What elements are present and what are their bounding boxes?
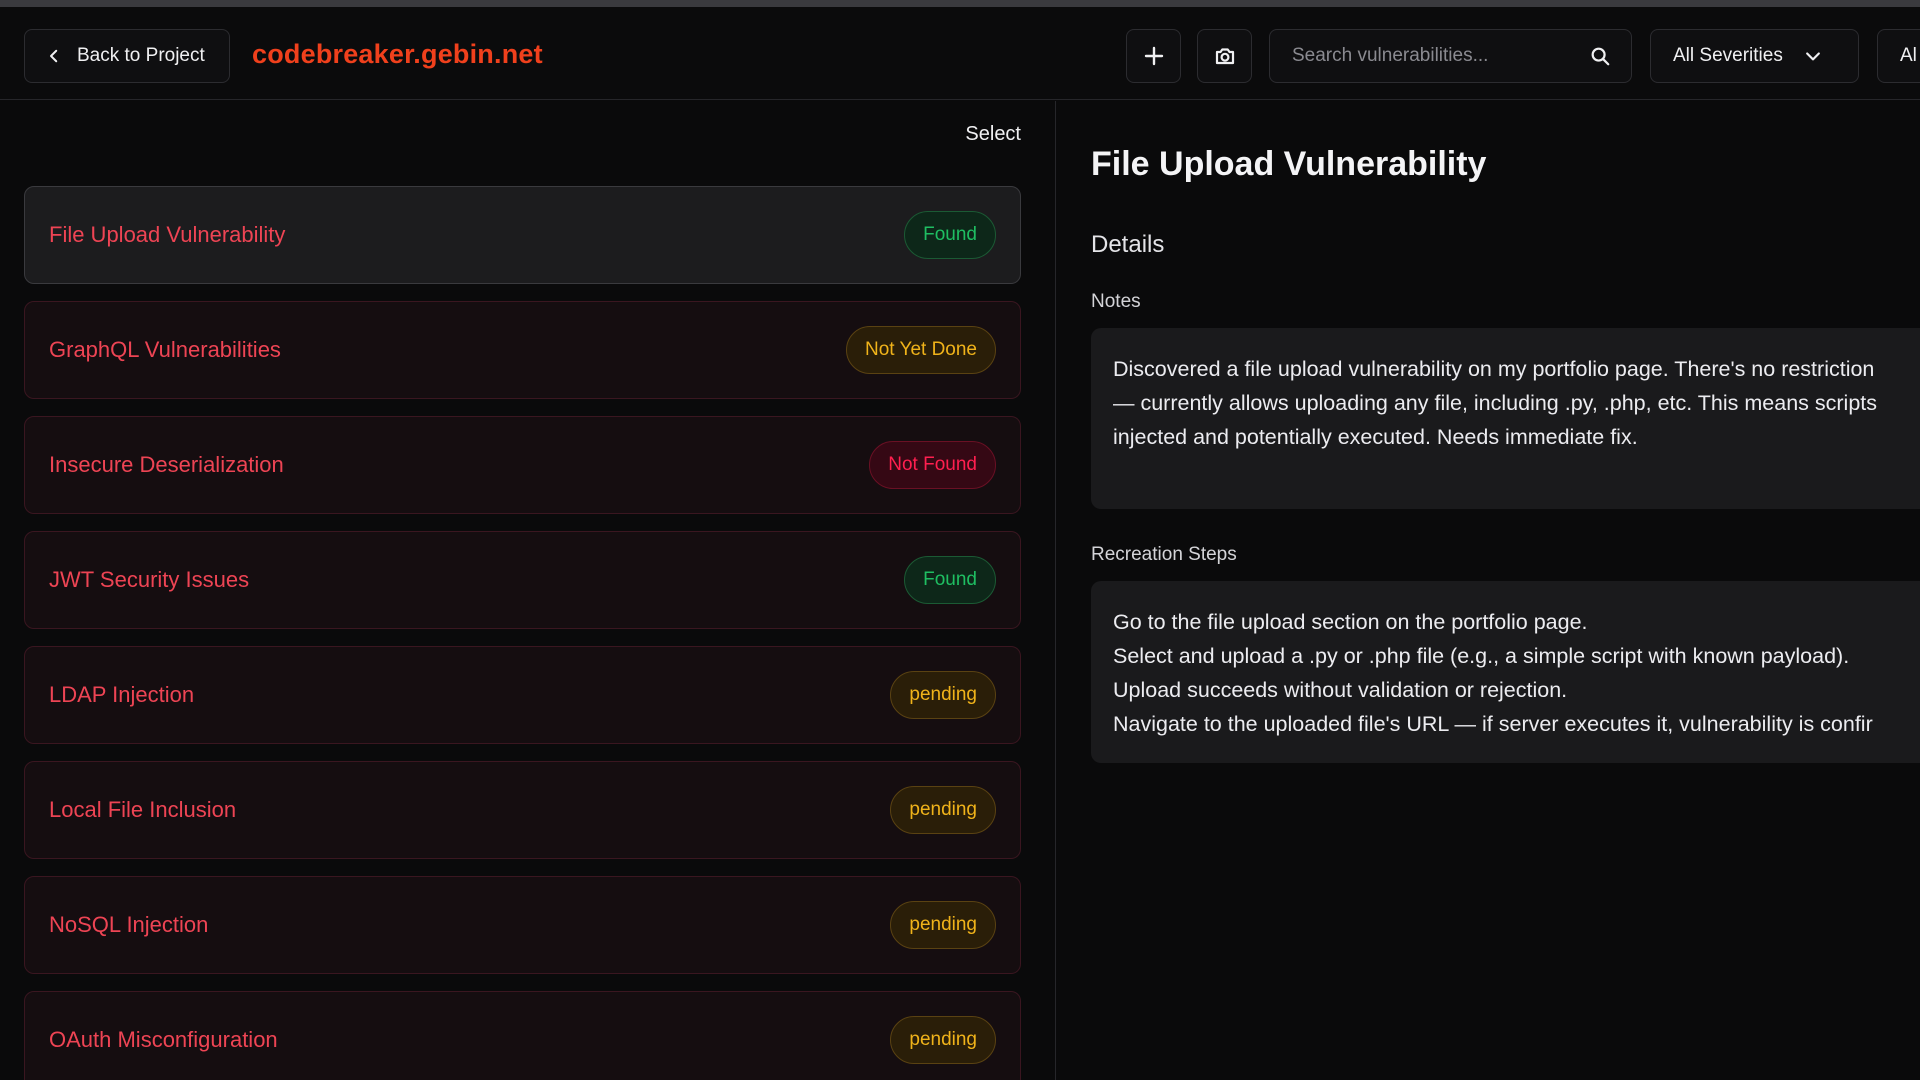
vulnerability-title: File Upload Vulnerability [49,222,286,247]
list-item[interactable]: File Upload Vulnerability Found [24,186,1021,284]
recreation-steps-label: Recreation Steps [1091,544,1237,565]
screenshot-button[interactable] [1197,29,1252,83]
status-badge: pending [890,786,996,834]
back-to-project-button[interactable]: Back to Project [24,29,230,83]
list-item[interactable]: OAuth Misconfiguration pending [24,991,1021,1080]
camera-icon [1215,48,1234,65]
notes-line: injected and potentially executed. Needs… [1113,425,1638,449]
list-item[interactable]: JWT Security Issues Found [24,531,1021,629]
status-filter-value: Al [1900,45,1917,66]
vulnerability-detail-panel: File Upload Vulnerability Details Notes … [1057,101,1920,1080]
severity-filter-value: All Severities [1673,45,1783,66]
details-heading: Details [1091,231,1165,258]
project-domain: codebreaker.gebin.net [252,39,543,69]
severity-filter-select[interactable]: All Severities [1650,29,1859,83]
step-line: Navigate to the uploaded file's URL — if… [1113,712,1873,736]
plus-icon [1144,46,1163,66]
list-item[interactable]: LDAP Injection pending [24,646,1021,744]
list-item[interactable]: Local File Inclusion pending [24,761,1021,859]
status-badge: Found [904,211,996,259]
vulnerability-title: LDAP Injection [49,682,195,707]
vulnerability-title: Local File Inclusion [49,797,237,822]
step-line: Go to the file upload section on the por… [1113,610,1588,634]
list-item[interactable]: GraphQL Vulnerabilities Not Yet Done [24,301,1021,399]
header: Back to Project codebreaker.gebin.net Al… [0,7,1920,100]
notes-line: Discovered a file upload vulnerability o… [1113,357,1875,381]
search-box [1269,29,1632,83]
list-item[interactable]: Insecure Deserialization Not Found [24,416,1021,514]
vulnerability-title: JWT Security Issues [49,567,250,592]
status-badge: Not Yet Done [846,326,996,374]
vulnerability-title: OAuth Misconfiguration [49,1027,278,1052]
status-badge: pending [890,671,996,719]
status-filter-select[interactable]: Al [1877,29,1920,83]
window-top-border [0,0,1920,7]
notes-box[interactable]: Discovered a file upload vulnerability o… [1091,328,1920,509]
notes-label: Notes [1091,291,1141,312]
search-icon [1591,47,1610,66]
detail-title: File Upload Vulnerability [1091,145,1487,183]
status-badge: pending [890,1016,996,1064]
back-to-project-label: Back to Project [77,45,205,66]
vulnerability-title: Insecure Deserialization [49,452,284,477]
add-button[interactable] [1126,29,1181,83]
status-badge: Not Found [869,441,996,489]
status-badge: Found [904,556,996,604]
search-input[interactable] [1292,45,1589,67]
vulnerability-title: GraphQL Vulnerabilities [49,337,281,362]
step-line: Upload succeeds without validation or re… [1113,678,1568,702]
notes-line: — currently allows uploading any file, i… [1113,391,1878,415]
select-mode-button[interactable]: Select [965,123,1021,146]
list-item[interactable]: NoSQL Injection pending [24,876,1021,974]
step-line: Select and upload a .py or .php file (e.… [1113,644,1850,668]
chevron-down-icon [1805,52,1820,61]
status-badge: pending [890,901,996,949]
vulnerability-title: NoSQL Injection [49,912,209,937]
vulnerability-list: File Upload Vulnerability Found GraphQL … [24,186,1021,1080]
recreation-steps-box[interactable]: Go to the file upload section on the por… [1091,581,1920,763]
vulnerability-list-panel: Select File Upload Vulnerability Found G… [0,101,1056,1080]
chevron-left-icon [50,49,58,63]
